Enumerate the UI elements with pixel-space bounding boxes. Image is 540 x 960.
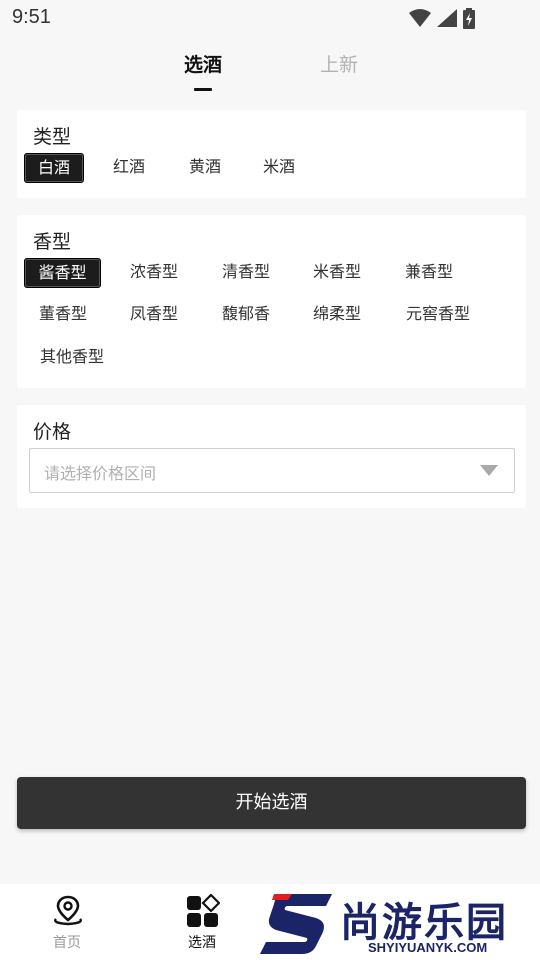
aroma-chip-jiangxiang[interactable]: 酱香型 [24, 258, 101, 288]
aroma-chip-jianxiang[interactable]: 兼香型 [396, 258, 462, 286]
nav-label-home: 首页 [53, 935, 81, 951]
aroma-title: 香型 [33, 231, 72, 253]
nav-item-home[interactable]: 首页 [27, 884, 107, 960]
aroma-chip-mixiang[interactable]: 米香型 [304, 258, 370, 286]
type-chip-huangjiu[interactable]: 黄酒 [177, 153, 233, 181]
grid-diamond-icon [187, 894, 220, 927]
tab-shangxin[interactable]: 上新 [320, 50, 358, 77]
start-select-button[interactable]: 开始选酒 [17, 777, 526, 829]
nav-item-select[interactable]: 选酒 [162, 884, 242, 960]
status-bar: 9:51 [0, 0, 540, 36]
aroma-chip-yuanjiaoxiang[interactable]: 元窖香型 [396, 300, 480, 328]
aroma-chip-qingxiang[interactable]: 清香型 [213, 258, 279, 286]
watermark-url: SHYIYUANYK.COM [368, 940, 488, 955]
price-title: 价格 [33, 421, 72, 443]
status-time: 9:51 [12, 6, 51, 28]
aroma-chip-qita[interactable]: 其他香型 [30, 343, 114, 371]
caret-down-icon [480, 465, 498, 476]
aroma-chip-nongxiang[interactable]: 浓香型 [121, 258, 187, 286]
s-logo-icon [260, 894, 332, 954]
aroma-chip-fuyuxiang[interactable]: 馥郁香 [213, 300, 279, 328]
price-card: 价格 请选择价格区间 [17, 405, 526, 508]
wifi-icon [409, 9, 431, 27]
type-chip-hongjiu[interactable]: 红酒 [101, 153, 157, 181]
nav-label-select: 选酒 [188, 935, 216, 951]
watermark-logo: 尚游乐园 SHYIYUANYK.COM [258, 888, 540, 960]
aroma-chip-dongxiang[interactable]: 董香型 [30, 300, 96, 328]
price-range-select[interactable]: 请选择价格区间 [29, 448, 515, 493]
active-tab-indicator [194, 88, 212, 91]
aroma-chip-fengxiang[interactable]: 凤香型 [121, 300, 187, 328]
type-card: 类型 白酒 红酒 黄酒 米酒 [17, 110, 526, 198]
signal-icon [437, 9, 457, 27]
map-pin-icon [54, 895, 82, 926]
aroma-chip-mianrou[interactable]: 绵柔型 [304, 300, 370, 328]
price-placeholder: 请选择价格区间 [44, 464, 157, 483]
type-chip-mijiu[interactable]: 米酒 [251, 153, 307, 181]
top-tabs: 选酒 上新 [0, 50, 540, 100]
type-chip-baijiu[interactable]: 白酒 [24, 153, 84, 183]
aroma-card: 香型 酱香型 浓香型 清香型 米香型 兼香型 董香型 凤香型 馥郁香 绵柔型 元… [17, 215, 526, 388]
tab-xuanjiu[interactable]: 选酒 [184, 50, 222, 77]
type-title: 类型 [33, 126, 72, 148]
battery-icon [463, 8, 475, 29]
